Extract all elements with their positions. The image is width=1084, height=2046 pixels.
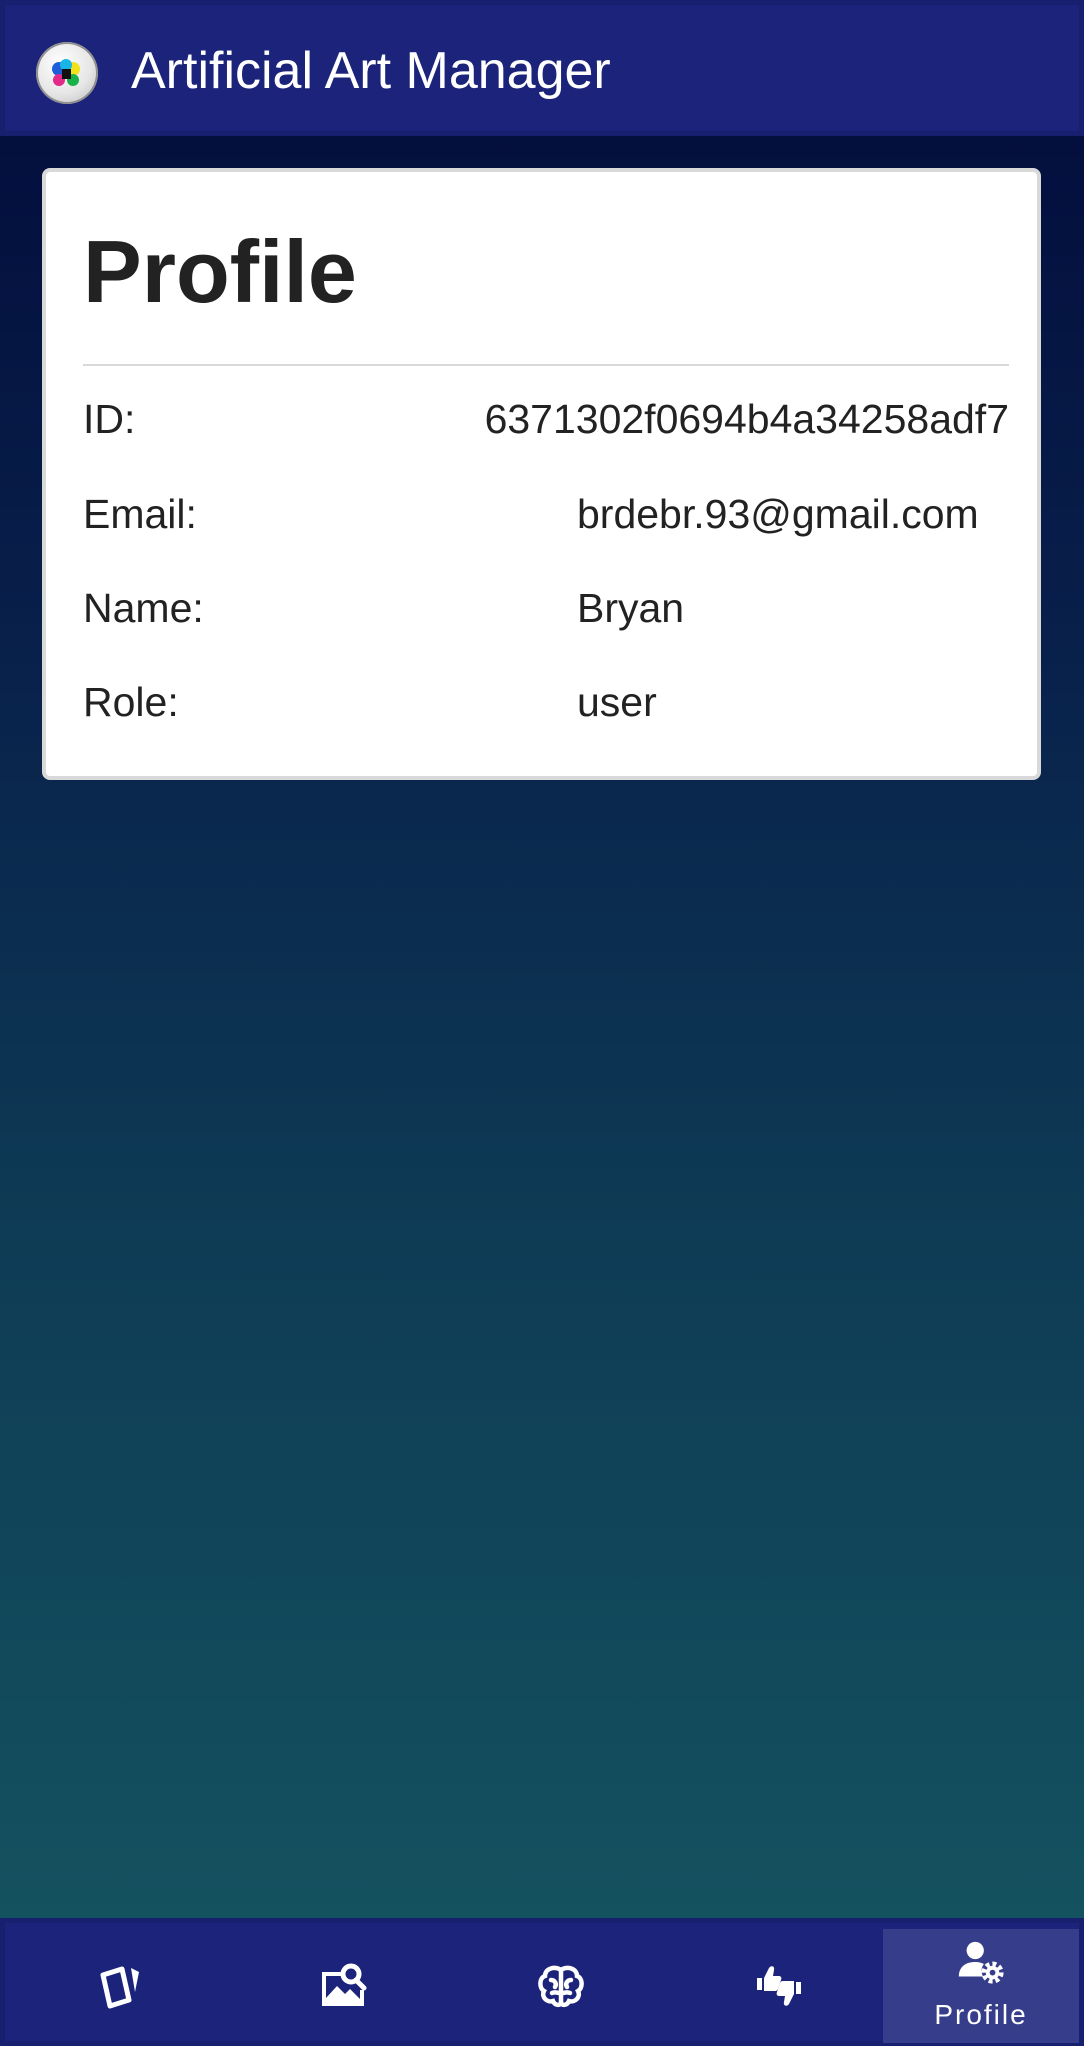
nav-profile-label: Profile [934, 1999, 1028, 2030]
card-divider [83, 364, 1009, 366]
role-value: user [577, 679, 657, 725]
role-label: Role: [83, 679, 179, 725]
bottom-navigation: Profile [0, 1918, 1084, 2046]
info-row-role: Role: user [83, 677, 1009, 727]
name-label: Name: [83, 585, 204, 631]
name-value: Bryan [577, 585, 685, 631]
info-row-id: ID: 6371302f0694b4a34258adf7 [83, 394, 1009, 444]
cards-icon [100, 1966, 139, 2009]
profile-heading: Profile [83, 222, 357, 321]
thumbs-up-down-icon [757, 1966, 801, 2006]
info-row-email: Email: brdebr.93@gmail.com [83, 489, 1009, 539]
email-value: brdebr.93@gmail.com [577, 491, 979, 537]
nav-item-image-search[interactable] [245, 1929, 441, 2043]
nav-item-thumbs[interactable] [681, 1929, 877, 2043]
nav-item-brain[interactable] [463, 1929, 659, 2043]
info-row-name: Name: Bryan [83, 583, 1009, 633]
user-settings-icon [958, 1941, 1004, 1984]
id-value: 6371302f0694b4a34258adf7 [484, 396, 1009, 442]
app-title: Artificial Art Manager [131, 42, 611, 100]
brain-icon [538, 1965, 584, 2008]
id-label: ID: [83, 396, 136, 442]
app-logo-icon[interactable] [36, 42, 98, 104]
app-bar: Artificial Art Manager [0, 0, 1084, 136]
nav-item-cards[interactable] [23, 1929, 219, 2043]
nav-item-profile[interactable]: Profile [883, 1929, 1079, 2043]
image-search-icon [322, 1963, 367, 2006]
email-label: Email: [83, 491, 197, 537]
profile-card: Profile ID: 6371302f0694b4a34258adf7 Ema… [42, 168, 1041, 780]
